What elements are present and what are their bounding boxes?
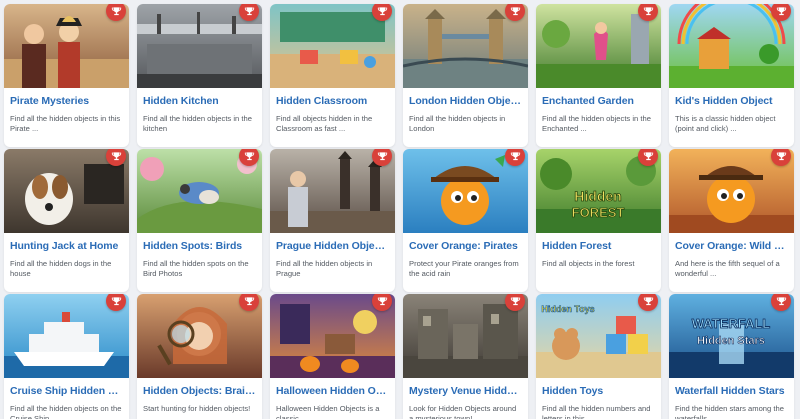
game-title[interactable]: Cover Orange: Pirates [403, 240, 528, 252]
game-card-10[interactable]: Cover Orange: Pirates Protect your Pirat… [403, 149, 528, 292]
game-description: Find all the hidden numbers and letters … [542, 404, 651, 419]
game-description: Find all the hidden dogs in the house [10, 259, 112, 278]
game-title[interactable]: London Hidden Objects [403, 95, 528, 107]
game-title[interactable]: Hidden Toys [536, 385, 661, 397]
game-description: Find all the hidden objects in this Pira… [10, 114, 121, 133]
game-description: And here is the fifth sequel of a wonder… [675, 259, 780, 278]
game-card-12[interactable]: Cover Orange: Wild West And here is the … [669, 149, 794, 292]
game-description: Look for Hidden Objects around a mysteri… [409, 404, 517, 419]
game-description: Find all the hidden objects on the Cruis… [10, 404, 122, 419]
svg-text:WATERFALL: WATERFALL [692, 316, 771, 331]
game-title[interactable]: Waterfall Hidden Stars [669, 385, 794, 397]
game-grid: Pirate Mysteries Find all the hidden obj… [0, 0, 800, 419]
svg-text:Hidden Stars: Hidden Stars [697, 335, 765, 347]
game-card-9[interactable]: Prague Hidden Objects Find all the hidde… [270, 149, 395, 292]
svg-text:Hidden: Hidden [574, 188, 621, 204]
game-card-4[interactable]: London Hidden Objects Find all the hidde… [403, 4, 528, 147]
game-title[interactable]: Prague Hidden Objects [270, 240, 395, 252]
svg-text:FOREST: FOREST [572, 205, 625, 220]
game-description: Protect your Pirate oranges from the aci… [409, 259, 519, 278]
game-title[interactable]: Hidden Spots: Birds [137, 240, 262, 252]
game-card-13[interactable]: Cruise Ship Hidden Obj... Find all the h… [4, 294, 129, 419]
game-title[interactable]: Enchanted Garden [536, 95, 661, 107]
game-description: Start hunting for hidden objects! [143, 404, 251, 413]
game-card-3[interactable]: Hidden Classroom Find all objects hidden… [270, 4, 395, 147]
game-description: Find all the hidden objects in Prague [276, 259, 373, 278]
game-description: Find all objects hidden in the Classroom… [276, 114, 373, 133]
game-description: This is a classic hidden object (point a… [675, 114, 776, 133]
game-title[interactable]: Hidden Classroom [270, 95, 395, 107]
game-title[interactable]: Hunting Jack at Home [4, 240, 129, 252]
game-card-1[interactable]: Pirate Mysteries Find all the hidden obj… [4, 4, 129, 147]
game-card-16[interactable]: Mystery Venue Hidden... Look for Hidden … [403, 294, 528, 419]
game-description: Find all the hidden spots on the Bird Ph… [143, 259, 249, 278]
game-card-18[interactable]: WATERFALL Hidden Stars Waterfall Hidden S… [669, 294, 794, 419]
svg-text:Hidden Toys: Hidden Toys [541, 304, 594, 314]
game-card-17[interactable]: Hidden Toys Hidden Toys Find all the hid… [536, 294, 661, 419]
game-card-14[interactable]: Hidden Objects: Brain ... Start hunting … [137, 294, 262, 419]
game-description: Find all the hidden objects in the Encha… [542, 114, 651, 133]
game-title[interactable]: Cruise Ship Hidden Obj... [4, 385, 129, 397]
game-card-15[interactable]: Halloween Hidden Obj... Halloween Hidden… [270, 294, 395, 419]
game-description: Find all the hidden objects in London [409, 114, 506, 133]
game-title[interactable]: Mystery Venue Hidden... [403, 385, 528, 397]
game-card-8[interactable]: Hidden Spots: Birds Find all the hidden … [137, 149, 262, 292]
game-card-2[interactable]: Hidden Kitchen Find all the hidden objec… [137, 4, 262, 147]
game-title[interactable]: Cover Orange: Wild West [669, 240, 794, 252]
game-title[interactable]: Hidden Forest [536, 240, 661, 252]
game-description: Find the hidden stars among the waterfal… [675, 404, 784, 419]
game-card-5[interactable]: Enchanted Garden Find all the hidden obj… [536, 4, 661, 147]
game-description: Find all the hidden objects in the kitch… [143, 114, 252, 133]
game-card-11[interactable]: Hidden FOREST Hidden Forest Find all obje… [536, 149, 661, 292]
game-title[interactable]: Hidden Objects: Brain ... [137, 385, 262, 397]
game-card-7[interactable]: Hunting Jack at Home Find all the hidden… [4, 149, 129, 292]
game-description: Find all objects in the forest [542, 259, 635, 268]
game-title[interactable]: Kid's Hidden Object [669, 95, 794, 107]
game-title[interactable]: Hidden Kitchen [137, 95, 262, 107]
game-description: Halloween Hidden Objects is a classic ..… [276, 404, 380, 419]
game-title[interactable]: Pirate Mysteries [4, 95, 129, 107]
game-title[interactable]: Halloween Hidden Obj... [270, 385, 395, 397]
game-card-6[interactable]: Kid's Hidden Object This is a classic hi… [669, 4, 794, 147]
